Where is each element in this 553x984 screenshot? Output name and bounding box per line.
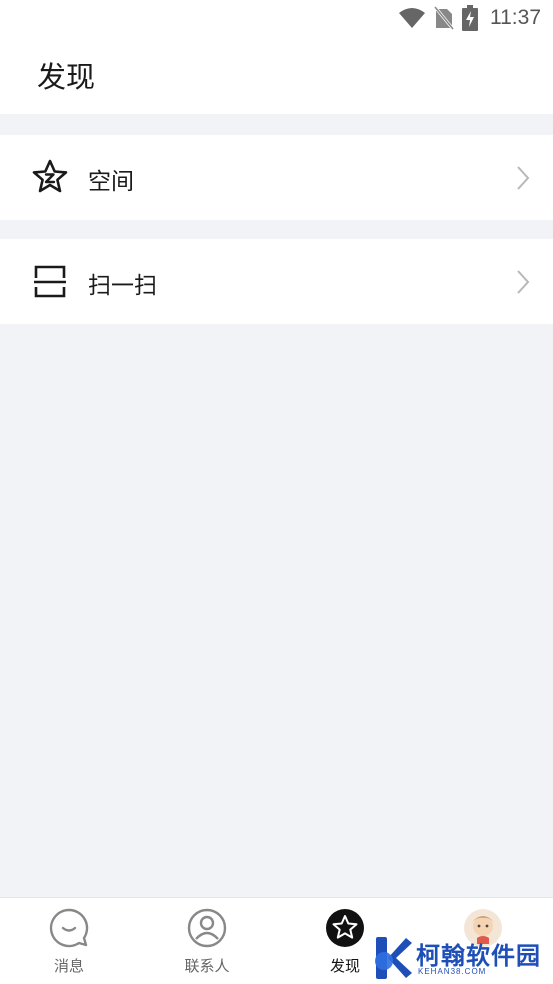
- nav-label-contacts: 联系人: [184, 957, 230, 975]
- watermark-logo-icon: [375, 937, 412, 979]
- chevron-right-icon: [517, 166, 530, 190]
- message-icon: [49, 908, 89, 948]
- status-time: 11:37: [490, 6, 541, 29]
- nav-tab-messages[interactable]: 消息: [0, 898, 138, 984]
- status-icons: 11:37: [398, 5, 541, 31]
- wifi-icon: [399, 8, 425, 28]
- scan-icon: [34, 265, 66, 298]
- nav-tab-contacts[interactable]: 联系人: [138, 898, 276, 984]
- page-title: 发现: [37, 60, 96, 94]
- scan-entry[interactable]: 扫一扫: [0, 239, 553, 324]
- status-bar: 11:37: [0, 0, 553, 40]
- qzone-star-icon: [32, 159, 68, 193]
- space-label: 空间: [88, 169, 134, 195]
- watermark-text: 柯翰软件园: [416, 942, 541, 970]
- watermark-subtext: KEHAN38.COM: [418, 967, 487, 976]
- chevron-right-icon: [517, 270, 530, 294]
- space-entry[interactable]: 空间: [0, 135, 553, 220]
- nav-label-messages: 消息: [53, 957, 84, 975]
- watermark: 柯翰软件园 KEHAN38.COM: [372, 933, 542, 981]
- contacts-icon: [187, 908, 227, 948]
- battery-charging-icon: [462, 5, 478, 31]
- scan-label: 扫一扫: [88, 273, 157, 299]
- header: 发现: [0, 40, 553, 114]
- discover-star-icon: [326, 909, 364, 947]
- no-sim-icon: [434, 6, 454, 30]
